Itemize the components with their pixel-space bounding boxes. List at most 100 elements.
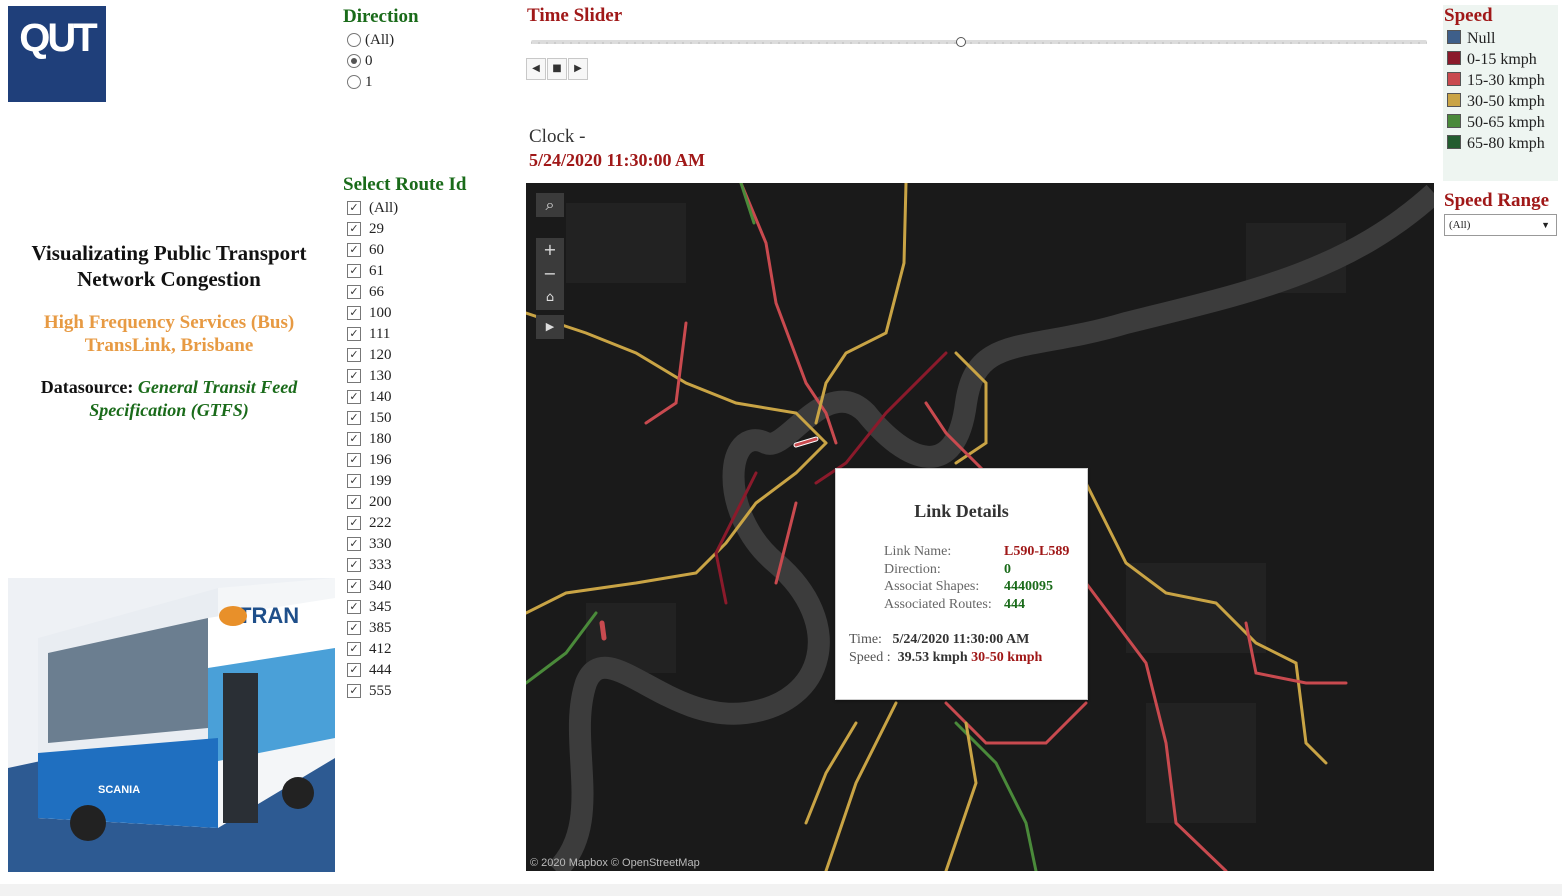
checkbox-checked[interactable]: ✓ — [347, 221, 361, 236]
legend-swatch — [1447, 51, 1461, 66]
direction-option-0[interactable]: 0 — [347, 51, 373, 71]
subtitle-line-1: High Frequency Services (Bus) — [43, 312, 295, 333]
direction-filter-title: Direction — [343, 6, 419, 27]
radio-button-selected[interactable] — [347, 53, 361, 68]
radio-button[interactable] — [347, 32, 361, 47]
legend-swatch — [1447, 135, 1461, 150]
checkbox-checked[interactable]: ✓ — [347, 347, 361, 362]
speed-range-title: Speed Range — [1444, 190, 1550, 211]
legend-item[interactable]: 30-50 kmph — [1447, 92, 1545, 112]
zoom-in-button[interactable]: + — [536, 238, 564, 262]
direction-option-all[interactable]: (All) — [347, 30, 394, 50]
route-option[interactable]: ✓ 330 — [347, 534, 392, 554]
checkbox-checked[interactable]: ✓ — [347, 431, 361, 446]
qut-logo: QUT — [8, 6, 106, 102]
route-option[interactable]: ✓ 111 — [347, 324, 390, 344]
expand-arrow-icon[interactable]: ▶ — [536, 315, 564, 339]
route-option[interactable]: ✓ 150 — [347, 408, 392, 428]
route-option[interactable]: ✓ 61 — [347, 261, 384, 281]
tooltip-title: Link Details — [914, 501, 1009, 521]
map-attribution[interactable]: © 2020 Mapbox © OpenStreetMap — [530, 857, 700, 869]
route-option[interactable]: ✓ 385 — [347, 618, 392, 638]
checkbox-checked[interactable]: ✓ — [347, 683, 361, 698]
bus-image: SCANIA TRAN — [8, 578, 335, 872]
route-option[interactable]: ✓ 555 — [347, 681, 392, 701]
legend-title: Speed — [1444, 5, 1493, 26]
route-option[interactable]: ✓ 196 — [347, 450, 392, 470]
time-slider-title: Time Slider — [527, 5, 623, 26]
tooltip-row-speed: Speed : 39.53 kmph 30-50 kmph — [849, 650, 1043, 665]
svg-text:TRAN: TRAN — [238, 603, 299, 628]
checkbox-checked[interactable]: ✓ — [347, 389, 361, 404]
checkbox-checked[interactable]: ✓ — [347, 242, 361, 257]
route-option[interactable]: ✓ 412 — [347, 639, 392, 659]
route-option[interactable]: ✓ 120 — [347, 345, 392, 365]
radio-button[interactable] — [347, 74, 361, 89]
legend-item[interactable]: 15-30 kmph — [1447, 71, 1545, 91]
stop-icon[interactable]: ■ — [547, 58, 567, 80]
checkbox-checked[interactable]: ✓ — [347, 536, 361, 551]
step-forward-icon[interactable]: ▶ — [568, 58, 588, 80]
route-option[interactable]: ✓ 180 — [347, 429, 392, 449]
checkbox-checked[interactable]: ✓ — [347, 641, 361, 656]
route-option[interactable]: ✓ 60 — [347, 240, 384, 260]
legend-item[interactable]: 0-15 kmph — [1447, 50, 1537, 70]
checkbox-checked[interactable]: ✓ — [347, 368, 361, 383]
clock-value: 5/24/2020 11:30:00 AM — [529, 150, 705, 170]
clock-label: Clock - — [529, 126, 586, 147]
checkbox-checked[interactable]: ✓ — [347, 200, 361, 215]
subtitle-line-2: TransLink, Brisbane — [84, 335, 254, 356]
route-option[interactable]: ✓ 130 — [347, 366, 392, 386]
checkbox-checked[interactable]: ✓ — [347, 515, 361, 530]
route-option[interactable]: ✓ 140 — [347, 387, 392, 407]
legend-item[interactable]: 65-80 kmph — [1447, 134, 1545, 154]
tooltip-row-direction: Direction: 0 — [884, 562, 1011, 577]
route-option[interactable]: ✓ 345 — [347, 597, 392, 617]
tooltip-row-routes: Associated Routes: 444 — [884, 597, 1025, 612]
route-option[interactable]: ✓ 333 — [347, 555, 392, 575]
route-option[interactable]: ✓ 66 — [347, 282, 384, 302]
step-back-icon[interactable]: ◀ — [526, 58, 546, 80]
route-option[interactable]: ✓ 199 — [347, 471, 392, 491]
checkbox-checked[interactable]: ✓ — [347, 473, 361, 488]
legend-item[interactable]: Null — [1447, 29, 1495, 49]
datasource: Datasource: General Transit Feed Specifi… — [10, 376, 328, 422]
route-option[interactable]: ✓ 444 — [347, 660, 392, 680]
route-option[interactable]: ✓ (All) — [347, 198, 398, 218]
checkbox-checked[interactable]: ✓ — [347, 620, 361, 635]
subtitle: High Frequency Services (Bus) TransLink,… — [10, 311, 328, 357]
legend-swatch — [1447, 72, 1461, 87]
link-details-tooltip: Link Details Link Name: L590-L589 Direct… — [835, 468, 1088, 700]
checkbox-checked[interactable]: ✓ — [347, 263, 361, 278]
legend-swatch — [1447, 30, 1461, 45]
direction-option-1[interactable]: 1 — [347, 72, 373, 92]
speed-range-dropdown[interactable]: (All) ▼ — [1444, 214, 1557, 236]
route-option[interactable]: ✓ 29 — [347, 219, 384, 239]
search-icon[interactable]: ⌕ — [536, 193, 564, 217]
checkbox-checked[interactable]: ✓ — [347, 410, 361, 425]
zoom-out-button[interactable]: − — [536, 262, 564, 286]
checkbox-checked[interactable]: ✓ — [347, 557, 361, 572]
route-option[interactable]: ✓ 340 — [347, 576, 392, 596]
time-slider-track[interactable] — [531, 40, 1427, 44]
checkbox-checked[interactable]: ✓ — [347, 305, 361, 320]
time-slider-handle[interactable] — [956, 37, 967, 47]
route-option[interactable]: ✓ 200 — [347, 492, 392, 512]
legend-item[interactable]: 50-65 kmph — [1447, 113, 1545, 133]
checkbox-checked[interactable]: ✓ — [347, 452, 361, 467]
chevron-down-icon: ▼ — [1541, 220, 1550, 230]
route-option[interactable]: ✓ 222 — [347, 513, 392, 533]
home-icon[interactable]: ⌂ — [536, 286, 564, 310]
route-option[interactable]: ✓ 100 — [347, 303, 392, 323]
checkbox-checked[interactable]: ✓ — [347, 326, 361, 341]
checkbox-checked[interactable]: ✓ — [347, 578, 361, 593]
checkbox-checked[interactable]: ✓ — [347, 599, 361, 614]
bottom-bar — [0, 884, 1562, 896]
checkbox-checked[interactable]: ✓ — [347, 494, 361, 509]
checkbox-checked[interactable]: ✓ — [347, 284, 361, 299]
speed-range-value: (All) — [1449, 219, 1471, 231]
logo-text: QUT — [19, 16, 97, 60]
checkbox-checked[interactable]: ✓ — [347, 662, 361, 677]
legend-swatch — [1447, 114, 1461, 129]
page-title: Visualizating Public Transport Network C… — [31, 241, 307, 291]
